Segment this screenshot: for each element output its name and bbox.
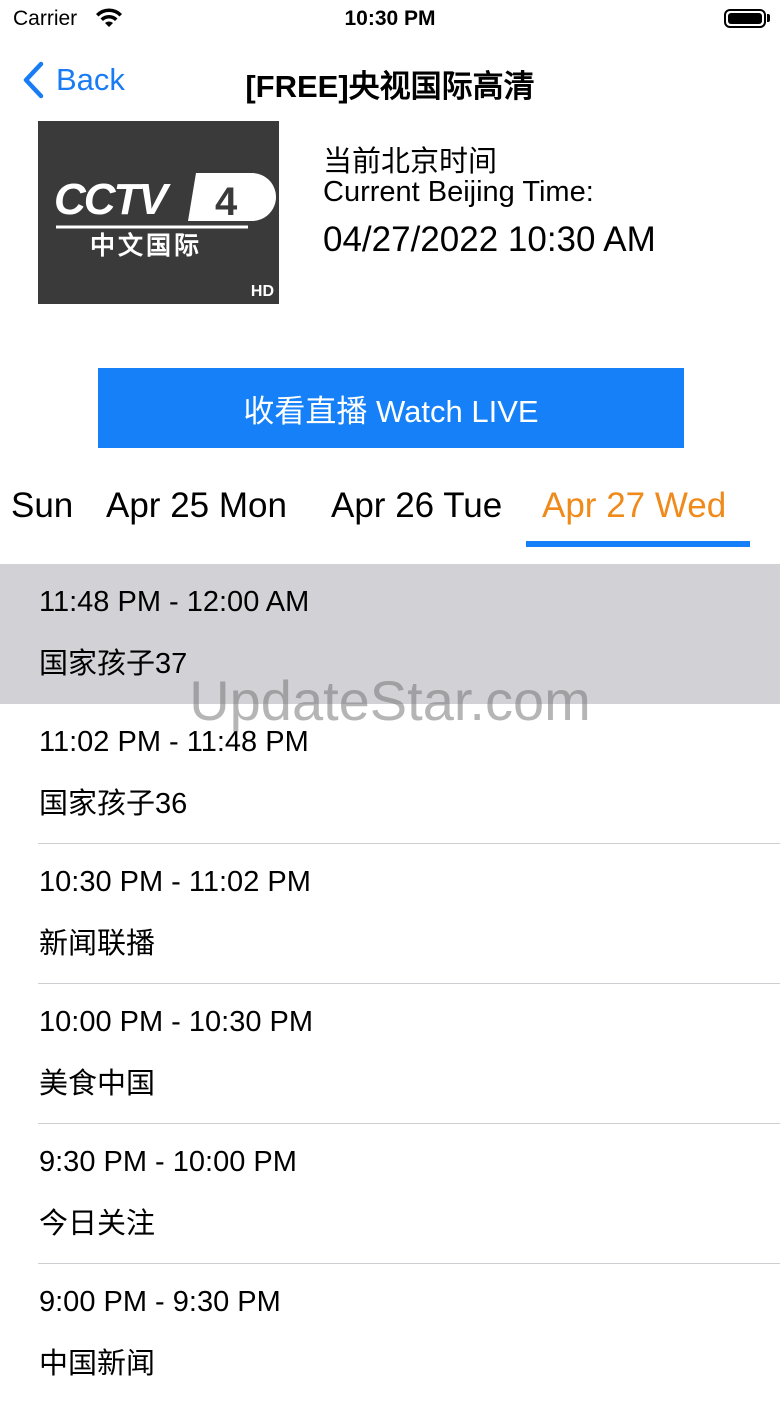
program-time: 9:30 PM - 10:00 PM bbox=[39, 1146, 297, 1178]
schedule-row[interactable]: 9:00 PM - 9:30 PM 中国新闻 bbox=[0, 1264, 780, 1404]
beijing-time-label-zh: 当前北京时间 bbox=[323, 146, 498, 178]
hd-badge: HD bbox=[250, 283, 274, 300]
tab-apr-27[interactable]: Apr 27 Wed bbox=[542, 486, 726, 526]
program-title: 今日关注 bbox=[39, 1208, 156, 1240]
schedule-row[interactable]: 11:48 PM - 12:00 AM 国家孩子37 bbox=[0, 564, 780, 704]
schedule-row[interactable]: 9:30 PM - 10:00 PM 今日关注 bbox=[0, 1124, 780, 1264]
program-title: 国家孩子36 bbox=[39, 788, 188, 820]
beijing-time-label-en: Current Beijing Time: bbox=[323, 176, 594, 208]
tab-apr-26[interactable]: Apr 26 Tue bbox=[331, 486, 502, 526]
program-title: 国家孩子37 bbox=[39, 648, 188, 680]
program-time: 10:00 PM - 10:30 PM bbox=[39, 1006, 314, 1038]
schedule-row[interactable]: 10:00 PM - 10:30 PM 美食中国 bbox=[0, 984, 780, 1124]
schedule-row[interactable]: 10:30 PM - 11:02 PM 新闻联播 bbox=[0, 844, 780, 984]
program-time: 11:02 PM - 11:48 PM bbox=[39, 726, 309, 758]
program-title: 新闻联播 bbox=[39, 928, 156, 960]
program-title: 美食中国 bbox=[39, 1068, 156, 1100]
svg-text:CCTV: CCTV bbox=[54, 175, 171, 224]
tab-sun[interactable]: Sun bbox=[11, 486, 73, 526]
svg-text:4: 4 bbox=[215, 180, 238, 224]
watch-live-button[interactable]: 收看直播 Watch LIVE bbox=[98, 368, 684, 448]
tab-apr-25[interactable]: Apr 25 Mon bbox=[106, 486, 287, 526]
status-time: 10:30 PM bbox=[344, 7, 436, 30]
program-title: 中国新闻 bbox=[39, 1348, 156, 1380]
cctv4-logo-graphic: 4 CCTV 中文国际 bbox=[54, 173, 276, 260]
status-bar: Carrier 10:30 PM bbox=[0, 0, 780, 40]
program-time: 10:30 PM - 11:02 PM bbox=[39, 866, 311, 898]
battery-icon bbox=[724, 9, 766, 28]
svg-text:中文国际: 中文国际 bbox=[90, 231, 202, 260]
schedule-row[interactable]: 11:02 PM - 11:48 PM 国家孩子36 bbox=[0, 704, 780, 844]
day-tabs: Sun Apr 25 Mon Apr 26 Tue Apr 27 Wed bbox=[0, 480, 780, 550]
channel-logo: 4 CCTV 中文国际 HD bbox=[38, 121, 279, 304]
page-title: [FREE]央视国际高清 bbox=[245, 69, 535, 104]
program-time: 9:00 PM - 9:30 PM bbox=[39, 1286, 281, 1318]
program-time: 11:48 PM - 12:00 AM bbox=[39, 586, 310, 618]
schedule-list: 11:48 PM - 12:00 AM 国家孩子37 11:02 PM - 11… bbox=[0, 564, 780, 1404]
active-tab-indicator bbox=[526, 541, 750, 547]
beijing-time-value: 04/27/2022 10:30 AM bbox=[323, 220, 656, 259]
battery-cap bbox=[767, 14, 770, 22]
